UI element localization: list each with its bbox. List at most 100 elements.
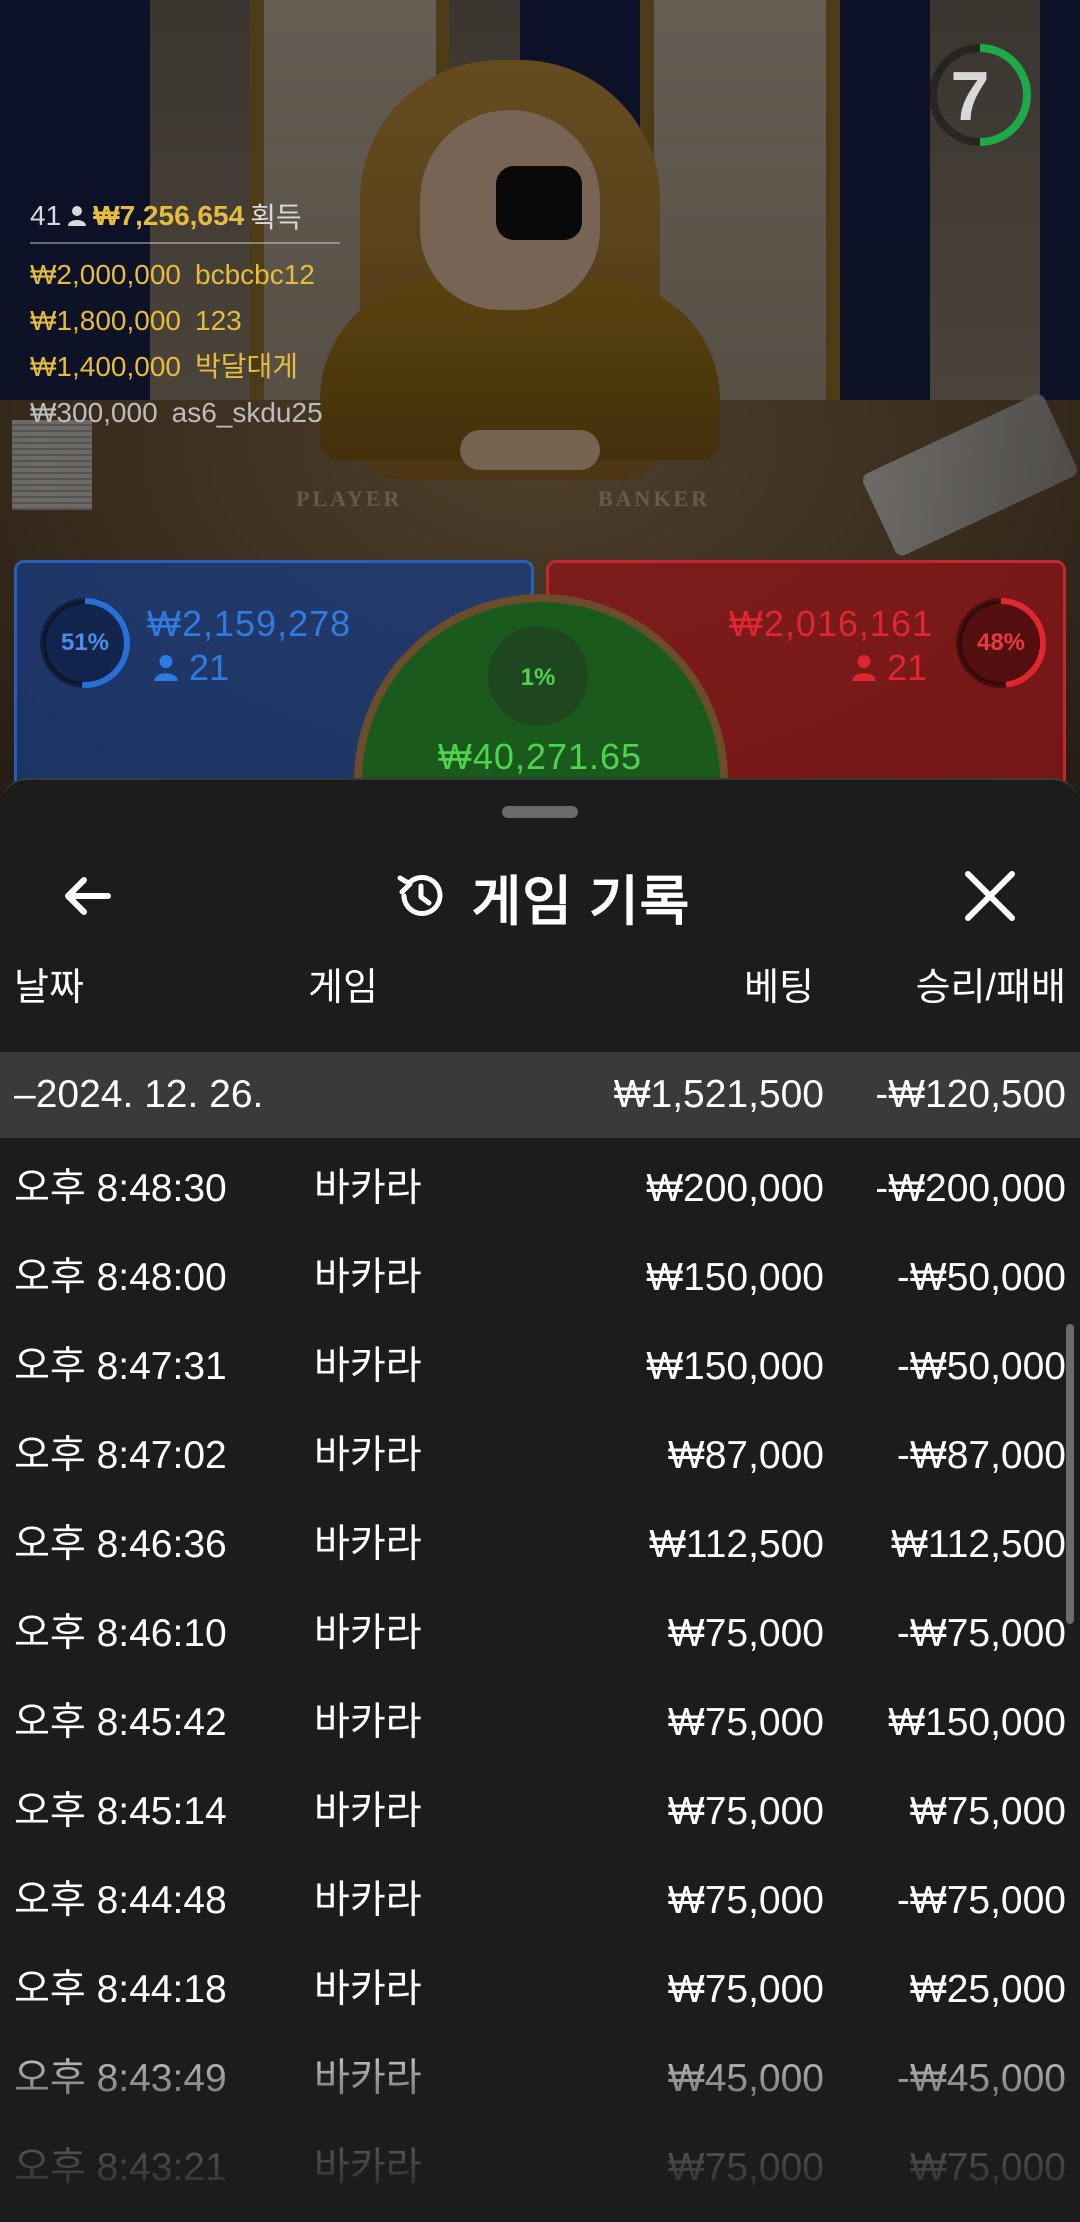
row-bet: ₩87,000 [667,1434,824,1477]
row-result: -₩75,000 [896,1879,1066,1922]
winner-entry: ₩1,800,000 123 [30,298,340,344]
banker-bet-amount: ₩2,016,161 [728,603,933,644]
winner-entry: ₩2,000,000 bcbcbc12 [30,252,340,298]
row-result: ₩25,000 [909,1968,1066,2011]
player-percent-ring: 51% [35,593,135,693]
winner-entry: ₩1,400,000 박달대게 [30,344,340,390]
close-button[interactable] [954,860,1026,932]
table-row[interactable]: 오후 8:48:00 바카라 ₩150,000 -₩50,000 [0,1235,1080,1324]
row-bet: ₩200,000 [646,1167,824,1210]
day-summary-row[interactable]: –2024. 12. 26. ₩1,521,500 -₩120,500 [0,1052,1080,1138]
row-game: 바카라 [314,1523,422,1566]
back-button[interactable] [52,860,124,932]
countdown-value: 7 [950,57,990,135]
player-count-value: 21 [189,647,230,688]
row-game: 바카라 [314,1790,422,1833]
table-row[interactable]: 오후 8:46:36 바카라 ₩112,500 ₩112,500 [0,1502,1080,1591]
row-result: ₩112,500 [891,1523,1066,1566]
row-game: 바카라 [314,1879,422,1922]
row-time: 오후 8:46:10 [14,1612,227,1655]
row-game: 바카라 [314,1256,422,1299]
winners-count: 41 [30,200,62,231]
row-bet: ₩150,000 [646,1345,824,1388]
player-bet-amount: ₩2,159,278 [147,603,352,644]
row-result: ₩150,000 [888,1701,1066,1744]
row-bet: ₩150,000 [646,1256,824,1299]
table-row[interactable]: 오후 8:43:49 바카라 ₩45,000 -₩45,000 [0,2036,1080,2125]
day-date: –2024. 12. 26. [14,1073,264,1116]
row-game: 바카라 [314,1968,422,2011]
day-total-result: -₩120,500 [875,1073,1066,1116]
column-header-game: 게임 [308,967,378,1009]
sheet-drag-handle[interactable] [502,806,578,818]
winner-amount: ₩1,400,000 [30,351,181,382]
banker-count-value: 21 [886,647,927,688]
winners-list: 41 ₩7,256,654 획득 ₩2,000,000 bcbcbc12 ₩1,8… [30,196,340,436]
table-row[interactable]: 오후 8:46:10 바카라 ₩75,000 -₩75,000 [0,1591,1080,1680]
row-time: 오후 8:47:31 [14,1345,227,1388]
row-bet: ₩75,000 [667,1790,824,1833]
row-game: 바카라 [314,2057,422,2100]
person-icon [852,655,876,681]
winner-amount: ₩1,800,000 [30,305,181,336]
player-bettor-count: 21 [153,647,229,689]
row-time: 오후 8:44:48 [14,1879,227,1922]
winner-entry: ₩300,000 as6_skdu25 [30,390,340,436]
table-row[interactable]: 오후 8:47:31 바카라 ₩150,000 -₩50,000 [0,1324,1080,1413]
table-row[interactable]: 오후 8:45:14 바카라 ₩75,000 ₩75,000 [0,1769,1080,1858]
row-time: 오후 8:43:21 [14,2146,227,2189]
winner-amount: ₩300,000 [30,397,158,428]
banker-percent: 48% [976,629,1026,656]
row-time: 오후 8:48:30 [14,1167,227,1210]
row-time: 오후 8:45:14 [14,1790,227,1833]
sheet-title-group: 게임 기록 [0,840,1080,952]
row-result: ₩75,000 [909,2146,1066,2189]
tie-percent: 1% [520,664,556,691]
row-time: 오후 8:48:00 [14,1256,227,1299]
close-icon [965,871,1015,921]
row-result: -₩87,000 [896,1434,1066,1477]
sheet-header: 게임 기록 [0,840,1080,952]
winner-name: bcbcbc12 [195,259,315,290]
divider [30,242,340,244]
row-time: 오후 8:44:18 [14,1968,227,2011]
day-total-bet: ₩1,521,500 [613,1073,824,1116]
table-row[interactable]: 오후 8:47:02 바카라 ₩87,000 -₩87,000 [0,1413,1080,1502]
row-result: ₩75,000 [909,1790,1066,1833]
row-time: 오후 8:46:36 [14,1523,227,1566]
table-row[interactable]: 오후 8:48:30 바카라 ₩200,000 -₩200,000 [0,1146,1080,1235]
row-game: 바카라 [314,2146,422,2189]
row-result: -₩50,000 [896,1256,1066,1299]
row-game: 바카라 [314,1167,422,1210]
player-percent: 51% [60,629,110,656]
row-bet: ₩75,000 [667,1879,824,1922]
row-time: 오후 8:45:42 [14,1701,227,1744]
table-row[interactable]: 오후 8:44:18 바카라 ₩75,000 ₩25,000 [0,1947,1080,2036]
winner-name: 123 [195,305,242,336]
row-bet: ₩75,000 [667,1968,824,2011]
row-bet: ₩75,000 [667,1612,824,1655]
winners-summary: 41 ₩7,256,654 획득 [30,196,340,236]
winner-name: as6_skdu25 [171,397,323,428]
person-icon [154,655,178,681]
column-header-date: 날짜 [14,967,84,1009]
row-time: 오후 8:43:49 [14,2057,227,2100]
row-bet: ₩112,500 [649,1523,824,1566]
row-result: -₩75,000 [896,1612,1066,1655]
row-game: 바카라 [314,1345,422,1388]
row-game: 바카라 [314,1701,422,1744]
sheet-title: 게임 기록 [471,871,691,932]
row-game: 바카라 [314,1612,422,1655]
scrollbar[interactable] [1066,1324,1074,1624]
row-time: 오후 8:47:02 [14,1434,227,1477]
countdown-timer: 7 [925,40,1035,150]
table-row[interactable]: 오후 8:43:21 바카라 ₩75,000 ₩75,000 [0,2125,1080,2214]
table-row[interactable]: 오후 8:44:48 바카라 ₩75,000 -₩75,000 [0,1858,1080,1947]
row-bet: ₩75,000 [667,1701,824,1744]
row-result: -₩45,000 [896,2057,1066,2100]
column-header-bet: 베팅 [744,967,814,1009]
arrow-left-icon [65,877,111,915]
table-row[interactable]: 오후 8:45:42 바카라 ₩75,000 ₩150,000 [0,1680,1080,1769]
row-bet: ₩45,000 [667,2057,824,2100]
banker-percent-ring: 48% [951,593,1051,693]
